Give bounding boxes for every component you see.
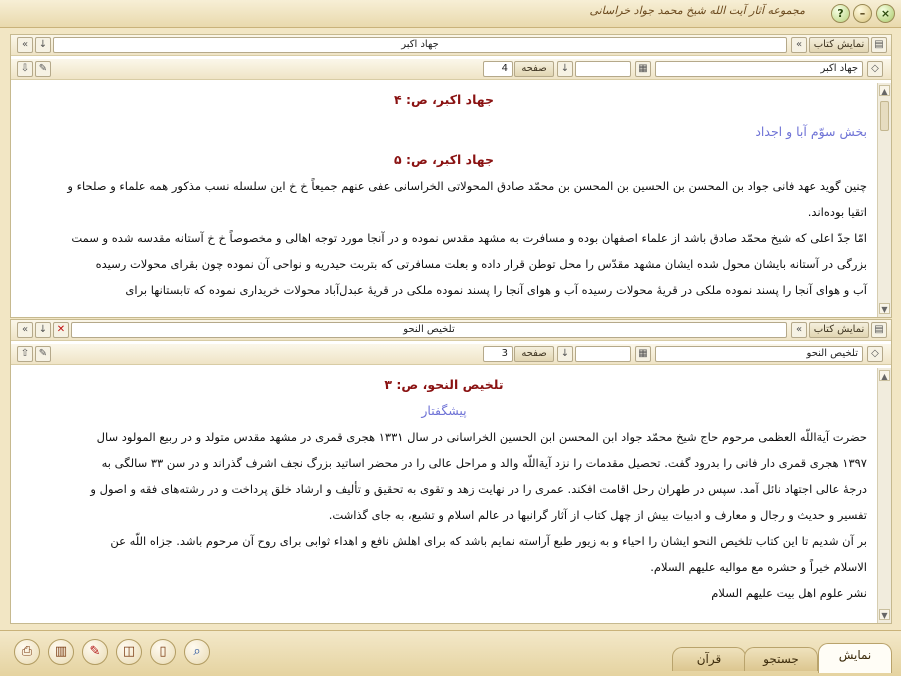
tab-display[interactable]: نمایش <box>818 643 892 673</box>
paragraph-line: اتقیا بوده‌اند. <box>807 205 867 219</box>
expand-icon[interactable]: « <box>17 37 33 53</box>
arrow-down-icon[interactable]: ↓ <box>35 37 51 53</box>
panel2-scrollbar[interactable]: ▲ ▼ <box>877 368 891 623</box>
title-bar: مجموعه آثار آیت الله شیخ محمد جواد خراسا… <box>0 0 901 28</box>
panel1-content: جهاد اکبر، ص: ۴ بخش سوّم آبا و اجداد جها… <box>11 83 877 317</box>
paragraph-line: درجهٔ عالی اجتهاد نائل آمد. سپس در طهران… <box>90 482 867 496</box>
page-header: جهاد اکبر، ص: ۵ <box>393 152 495 167</box>
download-icon[interactable]: ⇩ <box>17 61 33 77</box>
expand-icon[interactable]: « <box>17 322 33 338</box>
paragraph-line: بر آن شدیم تا این کتاب تلخیص النحو ایشان… <box>110 534 867 548</box>
note-icon[interactable]: ✎ <box>82 639 108 665</box>
page-go-icon[interactable]: ↓ <box>557 61 573 77</box>
section-title: پیشگفتار <box>421 403 467 418</box>
scroll-down-icon[interactable]: ▼ <box>879 609 890 620</box>
panel1-scrollbar[interactable]: ▲ ▼ <box>877 83 891 317</box>
tab-search[interactable]: جستجو <box>744 647 818 671</box>
expand-right-icon[interactable]: « <box>791 322 807 338</box>
show-book-button[interactable]: نمایش کتاب <box>809 37 869 53</box>
paragraph-line: تفسیر و حدیث و رجال و معارف و ادبیات بیش… <box>328 508 867 522</box>
panel1-book-title: جهاد اکبر <box>53 37 787 53</box>
book-panel-2: « ↓ ✕ تلخیص النحو « نمایش کتاب ▤ ⇧ ✎ 3 ص… <box>10 319 892 624</box>
close-panel-icon[interactable]: ✕ <box>53 322 69 338</box>
minimize-icon[interactable]: – <box>853 4 872 23</box>
scroll-thumb[interactable] <box>880 101 889 131</box>
page-go-icon[interactable]: ↓ <box>557 346 573 362</box>
section-title: بخش سوّم آبا و اجداد <box>755 124 867 139</box>
panel2-search-field[interactable] <box>575 346 631 362</box>
page-label: صفحه <box>514 61 554 77</box>
upload-icon[interactable]: ⇧ <box>17 346 33 362</box>
panel1-title-row: « ↓ جهاد اکبر « نمایش کتاب ▤ <box>11 35 891 56</box>
eraser-icon[interactable]: ◇ <box>867 346 883 362</box>
app-title: مجموعه آثار آیت الله شیخ محمد جواد خراسا… <box>589 4 805 17</box>
show-book-button[interactable]: نمایش کتاب <box>809 322 869 338</box>
panel1-book-select[interactable]: جهاد اکبر <box>655 61 863 77</box>
books-icon[interactable]: ▥ <box>48 639 74 665</box>
paragraph-line: بزرگی در آستانه بایشان محول شده ایشان مش… <box>95 257 867 271</box>
tab-quran[interactable]: قرآن <box>672 647 746 671</box>
book-panel-1: « ↓ جهاد اکبر « نمایش کتاب ▤ ⇩ ✎ 4 صفحه … <box>10 34 892 318</box>
zoom-icon[interactable]: ⌕ <box>184 639 210 665</box>
eraser-icon[interactable]: ◇ <box>867 61 883 77</box>
panel1-page-input[interactable]: 4 <box>483 61 513 77</box>
panel1-search-field[interactable] <box>575 61 631 77</box>
scroll-down-icon[interactable]: ▼ <box>879 303 890 314</box>
page-header: جهاد اکبر، ص: ۴ <box>393 92 495 107</box>
panel2-content: تلخیص النحو، ص: ۳ پیشگفتار حضرت آیة‌اللّ… <box>11 368 877 623</box>
page-header: تلخیص النحو، ص: ۳ <box>384 377 504 392</box>
close-icon[interactable]: × <box>876 4 895 23</box>
panel2-nav-row: ⇧ ✎ 3 صفحه ↓ ▦ تلخیص النحو ◇ <box>11 344 891 365</box>
scroll-up-icon[interactable]: ▲ <box>879 370 890 381</box>
bottom-bar: ⎙ ▥ ✎ ◫ ▯ ⌕ قرآن جستجو نمایش <box>0 630 901 676</box>
expand-right-icon[interactable]: « <box>791 37 807 53</box>
panel2-book-title: تلخیص النحو <box>71 322 787 338</box>
layout-icon[interactable]: ◫ <box>116 639 142 665</box>
toc-icon[interactable]: ▦ <box>635 346 651 362</box>
paragraph-line: الاسلام خیراً و حشره مع موالیه علیهم الس… <box>650 560 867 574</box>
page-icon[interactable]: ▯ <box>150 639 176 665</box>
book-icon[interactable]: ▤ <box>871 322 887 338</box>
paragraph-line: حضرت آیة‌اللّه العظمی مرحوم حاج شیخ محمّ… <box>96 430 867 444</box>
toc-icon[interactable]: ▦ <box>635 61 651 77</box>
paragraph-line: چنین گوید عهد فانی جواد بن المحسن بن الح… <box>67 179 867 193</box>
page-label: صفحه <box>514 346 554 362</box>
paragraph-line: نشر علوم اهل بیت علیهم السلام <box>711 586 867 600</box>
paragraph-line: امّا جدّ اعلی که شیخ محمّد صادق باشد از … <box>71 231 867 245</box>
panel1-nav-row: ⇩ ✎ 4 صفحه ↓ ▦ جهاد اکبر ◇ <box>11 59 891 80</box>
scroll-up-icon[interactable]: ▲ <box>879 85 890 96</box>
book-icon[interactable]: ▤ <box>871 37 887 53</box>
panel2-page-input[interactable]: 3 <box>483 346 513 362</box>
paragraph-line: ۱۳۹۷ هجری قمری دار فانی را بدرود گفت. تح… <box>101 456 867 470</box>
arrow-down-icon[interactable]: ↓ <box>35 322 51 338</box>
panel2-book-select[interactable]: تلخیص النحو <box>655 346 863 362</box>
paragraph-line: آب و هوای آنجا را پسند نموده ملکی در قری… <box>125 283 867 297</box>
tools-icon[interactable]: ✎ <box>35 346 51 362</box>
help-icon[interactable]: ? <box>831 4 850 23</box>
print-icon[interactable]: ⎙ <box>14 639 40 665</box>
tools-icon[interactable]: ✎ <box>35 61 51 77</box>
panel2-title-row: « ↓ ✕ تلخیص النحو « نمایش کتاب ▤ <box>11 320 891 341</box>
